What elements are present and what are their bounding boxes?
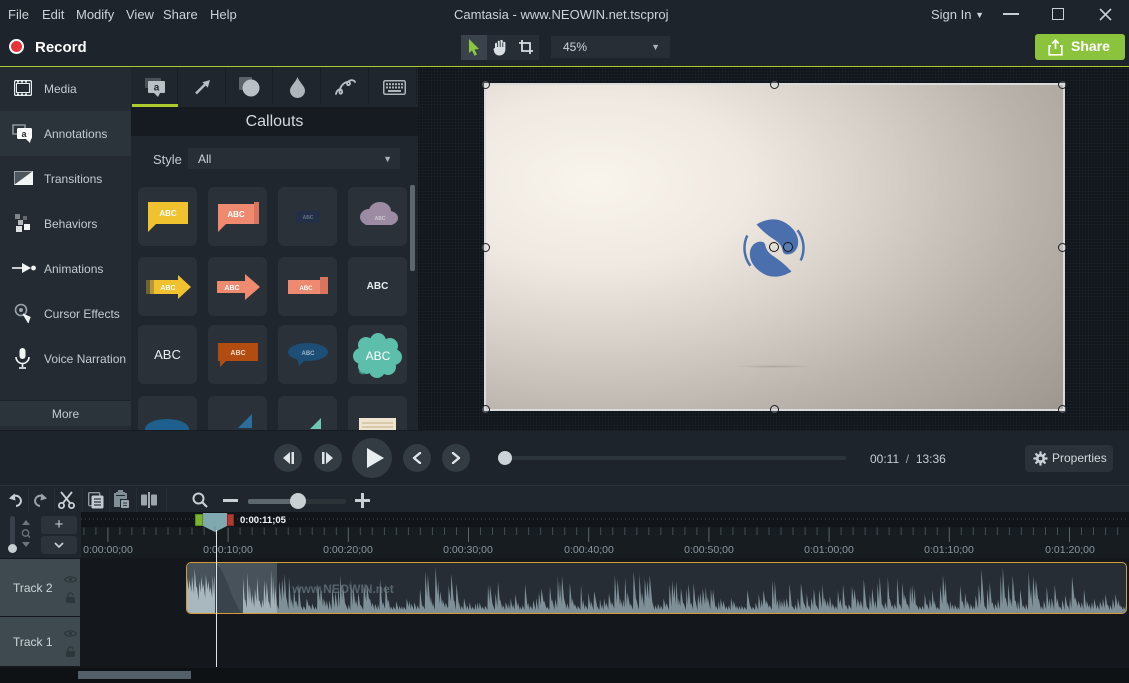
- svg-text:ABC: ABC: [160, 285, 175, 292]
- svg-text:ABC: ABC: [301, 351, 315, 357]
- svg-text:ABC: ABC: [299, 286, 313, 292]
- svg-text:ABC: ABC: [227, 210, 245, 219]
- svg-text:ABC: ABC: [374, 216, 385, 222]
- svg-text:ABC: ABC: [365, 349, 390, 363]
- svg-text:ABC: ABC: [159, 209, 177, 218]
- svg-text:www.NEOWIN.net: www.NEOWIN.net: [291, 582, 394, 596]
- svg-text:ABC: ABC: [224, 285, 239, 292]
- svg-text:ABC: ABC: [302, 215, 313, 221]
- svg-text:a: a: [154, 83, 160, 94]
- svg-text:ABC: ABC: [230, 350, 245, 357]
